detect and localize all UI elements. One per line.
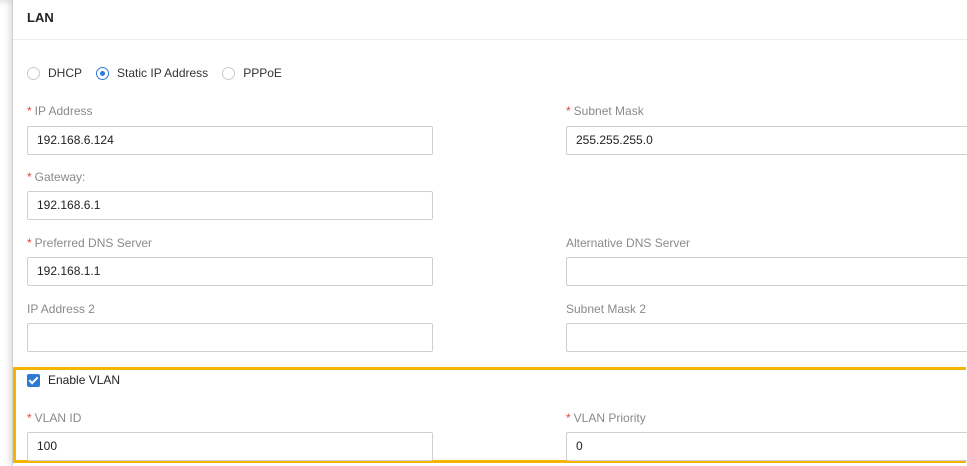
enable-vlan-checkbox[interactable] (27, 373, 40, 387)
required-marker: * (566, 411, 571, 425)
subnet-mask-label-text: Subnet Mask (573, 104, 644, 118)
ip-address-label: * IP Address (27, 102, 93, 120)
radio-option-static-ip[interactable]: Static IP Address (96, 66, 208, 80)
required-marker: * (27, 236, 32, 250)
radio-label-pppoe: PPPoE (243, 66, 282, 80)
header-divider (13, 39, 967, 40)
vlan-id-input[interactable]: 100 (27, 432, 433, 461)
radio-option-pppoe[interactable]: PPPoE (222, 66, 282, 80)
radio-button-static-ip[interactable] (96, 66, 110, 80)
required-marker: * (27, 104, 32, 118)
subnet-mask-input[interactable]: 255.255.255.0 (566, 126, 967, 155)
preferred-dns-label-text: Preferred DNS Server (34, 236, 153, 250)
subnet-mask-2-input[interactable] (566, 323, 967, 352)
ip-address-2-label: IP Address 2 (27, 300, 95, 318)
subnet-mask-2-label: Subnet Mask 2 (566, 300, 646, 318)
vlan-priority-label-text: VLAN Priority (573, 411, 646, 425)
required-marker: * (27, 170, 32, 184)
alternative-dns-label-text: Alternative DNS Server (566, 236, 691, 250)
radio-button-dhcp[interactable] (27, 66, 40, 80)
ip-address-label-text: IP Address (34, 104, 93, 118)
enable-vlan-label: Enable VLAN (48, 373, 121, 387)
subnet-mask-label: * Subnet Mask (566, 102, 644, 120)
vlan-id-label: * VLAN ID (27, 409, 81, 427)
required-marker: * (566, 104, 571, 118)
subnet-mask-2-label-text: Subnet Mask 2 (566, 302, 647, 316)
section-title: LAN (27, 10, 54, 25)
enable-vlan-row[interactable]: Enable VLAN (27, 373, 120, 387)
vlan-priority-label: * VLAN Priority (566, 409, 646, 427)
alternative-dns-input[interactable] (566, 257, 967, 286)
vlan-priority-input[interactable]: 0 (566, 432, 967, 461)
radio-option-dhcp[interactable]: DHCP (27, 66, 82, 80)
ip-address-2-label-text: IP Address 2 (27, 302, 95, 316)
alternative-dns-label: Alternative DNS Server (566, 234, 690, 252)
gateway-label: * Gateway: (27, 168, 85, 186)
preferred-dns-input[interactable]: 192.168.1.1 (27, 257, 433, 286)
required-marker: * (27, 411, 32, 425)
radio-button-pppoe[interactable] (222, 66, 236, 80)
gateway-label-text: Gateway: (34, 170, 86, 184)
radio-label-dhcp: DHCP (48, 66, 83, 80)
ip-address-2-input[interactable] (27, 323, 433, 352)
gateway-input[interactable]: 192.168.6.1 (27, 191, 433, 220)
ip-address-input[interactable]: 192.168.6.124 (27, 126, 433, 155)
vlan-id-label-text: VLAN ID (34, 411, 82, 425)
radio-label-static-ip: Static IP Address (117, 66, 209, 80)
ip-mode-radio-group: DHCP Static IP Address PPPoE (27, 66, 296, 80)
preferred-dns-label: * Preferred DNS Server (27, 234, 152, 252)
